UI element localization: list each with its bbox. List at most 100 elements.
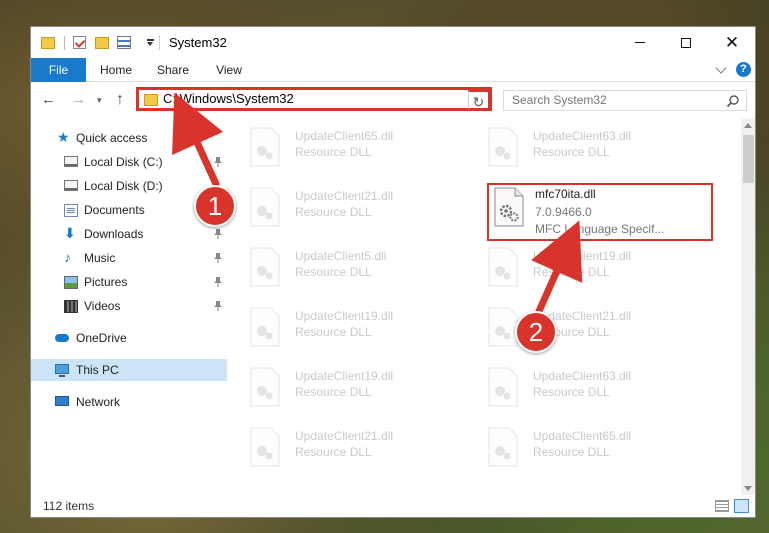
sidebar-item-label: Music (84, 251, 116, 265)
music-icon: ♪ (64, 249, 71, 265)
details-view-icon[interactable] (715, 500, 729, 512)
scroll-up-arrow-icon[interactable] (744, 123, 752, 128)
forward-arrow-icon[interactable]: → (71, 90, 86, 110)
refresh-icon[interactable]: ↻ (468, 90, 490, 110)
pin-icon[interactable] (213, 252, 223, 264)
dll-file-icon (250, 427, 280, 467)
item-count: 112 items (43, 499, 95, 513)
pin-icon[interactable] (213, 300, 223, 312)
address-bar[interactable]: C:\Windows\System32 (136, 87, 492, 111)
pin-icon[interactable] (213, 156, 223, 168)
up-arrow-icon[interactable]: ↑ (116, 90, 124, 110)
file-name: UpdateClient21.dll (295, 429, 394, 443)
file-tile[interactable]: UpdateClient19.dll Resource DLL (231, 303, 451, 355)
scroll-down-arrow-icon[interactable] (744, 486, 752, 491)
checkmark-icon[interactable] (73, 36, 86, 49)
pin-icon[interactable] (213, 228, 223, 240)
file-description: Resource DLL (533, 265, 610, 279)
sidebar-item-videos[interactable]: Videos (31, 295, 227, 317)
minimize-button[interactable] (617, 27, 663, 58)
navigation-bar: ← → ▾ ↑ C:\Windows\System32 ↻ Search Sys… (31, 83, 755, 117)
sidebar-item-label: Local Disk (C:) (84, 155, 163, 169)
search-icon[interactable] (726, 94, 740, 108)
new-folder-icon[interactable] (95, 37, 109, 49)
file-tile[interactable]: UpdateClient19.dll Resource DLL (231, 363, 451, 415)
file-tile[interactable]: UpdateClient5.dll Resource DLL (231, 243, 451, 295)
sidebar-item-music[interactable]: ♪ Music (31, 247, 227, 269)
star-icon: ★ (57, 129, 70, 145)
pc-icon (55, 364, 69, 377)
address-path[interactable]: C:\Windows\System32 (163, 90, 294, 108)
dll-file-icon (488, 247, 518, 287)
recent-locations-chevron-icon[interactable]: ▾ (97, 90, 102, 110)
dll-file-icon (250, 187, 280, 227)
file-list: UpdateClient65.dll Resource DLL UpdateCl… (227, 119, 741, 495)
sidebar-item-label: Downloads (84, 227, 144, 241)
tab-home[interactable]: Home (91, 58, 141, 82)
file-tile[interactable]: UpdateClient21.dll Resource DLL (231, 183, 451, 235)
file-tile[interactable]: UpdateClient63.dll Resource DLL (469, 123, 689, 175)
tab-share[interactable]: Share (147, 58, 199, 82)
help-icon[interactable]: ? (736, 62, 751, 77)
file-name: UpdateClient5.dll (295, 249, 387, 263)
file-tile[interactable]: UpdateClient65.dll Resource DLL (231, 123, 451, 175)
file-description: Resource DLL (295, 265, 372, 279)
maximize-button[interactable] (663, 27, 709, 58)
tab-view[interactable]: View (205, 58, 253, 82)
file-tile[interactable]: UpdateClient21.dll Resource DLL (469, 303, 689, 355)
dll-file-icon (250, 247, 280, 287)
scrollbar-thumb[interactable] (743, 135, 754, 183)
vertical-scrollbar[interactable] (741, 119, 755, 495)
window-title: System32 (169, 35, 227, 50)
tiles-view-icon[interactable] (734, 499, 749, 513)
title-divider (159, 35, 160, 50)
file-name: UpdateClient21.dll (295, 189, 394, 203)
back-arrow-icon[interactable]: ← (41, 90, 56, 110)
title-bar: System32 ✕ (31, 27, 755, 58)
sidebar-item-label: This PC (76, 363, 119, 377)
sidebar-item-network[interactable]: Network (31, 391, 227, 413)
expand-ribbon-icon[interactable] (715, 62, 727, 74)
file-name: UpdateClient19.dll (295, 309, 394, 323)
sidebar-item-label: Quick access (76, 131, 148, 145)
file-description: Resource DLL (295, 205, 372, 219)
sidebar-item-this-pc[interactable]: This PC (31, 359, 227, 381)
file-description: Resource DLL (533, 145, 610, 159)
disk-icon (64, 156, 78, 167)
properties-icon[interactable] (117, 36, 131, 49)
sidebar-item-quick-access[interactable]: ★ Quick access (31, 127, 227, 149)
file-tile[interactable]: UpdateClient63.dll Resource DLL (469, 363, 689, 415)
sidebar-item-downloads[interactable]: ⬇ Downloads (31, 223, 227, 245)
cloud-icon (55, 334, 69, 342)
folder-icon[interactable] (41, 37, 55, 49)
file-name: UpdateClient63.dll (533, 369, 632, 383)
dll-file-icon (250, 127, 280, 167)
dll-file-icon (488, 427, 518, 467)
tab-file[interactable]: File (31, 58, 86, 82)
file-tile[interactable]: UpdateClient19.dll Resource DLL (469, 243, 689, 295)
file-description: Resource DLL (295, 385, 372, 399)
sidebar-item-pictures[interactable]: Pictures (31, 271, 227, 293)
toolbar-divider (64, 36, 65, 50)
dll-file-icon (494, 187, 524, 227)
file-tile[interactable]: UpdateClient21.dll Resource DLL (231, 423, 451, 475)
search-input[interactable]: Search System32 (503, 90, 747, 111)
customize-toolbar-dropdown[interactable] (147, 39, 154, 46)
pin-icon[interactable] (213, 276, 223, 288)
annotation-step-1: 1 (194, 185, 236, 227)
file-name: mfc70ita.dll (535, 187, 596, 201)
sidebar-item-label: Videos (84, 299, 121, 313)
file-version: 7.0.9466.0 (535, 205, 592, 219)
file-tile[interactable]: UpdateClient65.dll Resource DLL (469, 423, 689, 475)
file-name: UpdateClient65.dll (533, 429, 632, 443)
ribbon-tabs: File Home Share View ? (31, 58, 755, 82)
file-tile-mfc70ita[interactable]: mfc70ita.dll 7.0.9466.0 MFC Language Spe… (487, 183, 713, 241)
sidebar-item-local-disk-c[interactable]: Local Disk (C:) (31, 151, 227, 173)
sidebar-item-onedrive[interactable]: OneDrive (31, 327, 227, 349)
maximize-icon (681, 37, 691, 48)
file-description: Resource DLL (295, 325, 372, 339)
navigation-pane: ★ Quick access Local Disk (C:) Local Dis… (31, 119, 227, 495)
close-button[interactable]: ✕ (709, 27, 755, 58)
documents-icon (64, 204, 78, 217)
status-bar: 112 items (31, 495, 755, 517)
